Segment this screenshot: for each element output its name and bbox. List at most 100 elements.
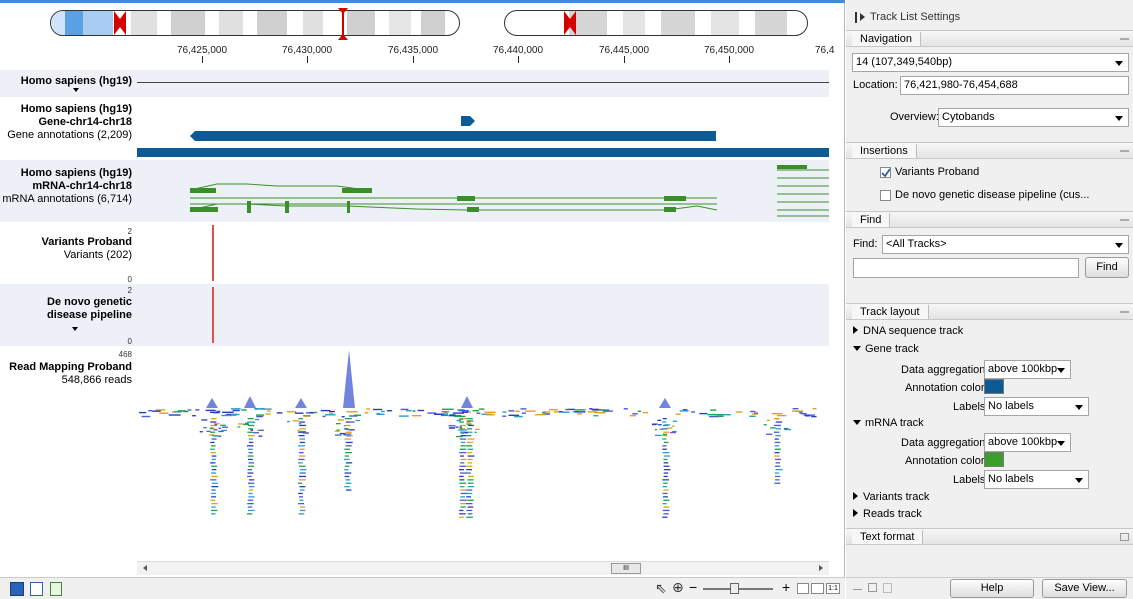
restore-icon[interactable] xyxy=(1120,533,1129,541)
horizontal-scrollbar[interactable]: III xyxy=(137,561,829,575)
toggle-label: Gene track xyxy=(865,343,919,355)
read-segment xyxy=(459,513,466,515)
read-segment xyxy=(467,455,475,457)
mrna-annotations[interactable] xyxy=(137,160,829,222)
text-format-section-header[interactable]: Text format xyxy=(846,528,1133,545)
zoom-out-icon[interactable]: − xyxy=(689,579,697,595)
insertions-section-header[interactable]: Insertions xyxy=(846,142,1133,159)
mrna-data-aggregation-select[interactable]: above 100kbp xyxy=(984,433,1071,452)
location-input[interactable]: 76,421,980-76,454,688 xyxy=(900,76,1129,95)
expand-arrow-icon[interactable] xyxy=(72,327,78,331)
read-segment xyxy=(662,438,667,440)
reads-track-toggle[interactable]: Reads track xyxy=(853,508,922,520)
variants-track[interactable]: 2 Variants Proband Variants (202) 0 xyxy=(0,222,829,284)
chevron-down-icon xyxy=(1075,478,1083,483)
navigation-section-header[interactable]: Navigation xyxy=(846,30,1133,47)
select-cursor-icon[interactable]: ⇖ xyxy=(655,580,667,597)
track-layout-section-header[interactable]: Track layout xyxy=(846,303,1133,320)
read-segment xyxy=(775,435,781,437)
read-segment xyxy=(247,455,254,457)
mrna-track[interactable]: Homo sapiens (hg19) mRNA-chr14-chr18 mRN… xyxy=(0,160,829,222)
find-section-header[interactable]: Find xyxy=(846,211,1133,228)
zoom-in-tool-icon[interactable]: ⊕ xyxy=(672,579,684,596)
read-segment xyxy=(534,414,547,416)
read-segment xyxy=(713,414,723,416)
read-segment xyxy=(662,516,668,518)
scroll-left-icon[interactable] xyxy=(143,565,147,571)
collapse-arrow-icon[interactable] xyxy=(860,13,865,21)
minimize-icon[interactable] xyxy=(853,589,862,590)
float-icon[interactable] xyxy=(883,583,892,593)
table-view-icon[interactable] xyxy=(30,582,43,596)
read-segment xyxy=(466,492,473,495)
read-segment xyxy=(664,455,671,457)
read-segment xyxy=(148,410,153,412)
zoom-in-icon[interactable]: + xyxy=(782,579,790,595)
read-segment xyxy=(464,432,468,434)
read-segment xyxy=(717,415,724,417)
read-mapping-view[interactable] xyxy=(137,346,829,560)
find-button[interactable]: Find xyxy=(1085,257,1129,278)
read-segment xyxy=(406,410,412,412)
read-segment xyxy=(593,415,599,417)
gene-annotations[interactable] xyxy=(137,97,829,160)
reads-track[interactable]: 468 Read Mapping Proband 548,866 reads xyxy=(0,346,829,560)
genome-track[interactable]: Homo sapiens (hg19) xyxy=(0,70,829,97)
minimize-icon[interactable] xyxy=(1120,219,1129,221)
help-button[interactable]: Help xyxy=(950,579,1034,598)
read-segment xyxy=(159,412,169,414)
gene-track-toggle[interactable]: Gene track xyxy=(853,343,919,355)
gene-labels-select[interactable]: No labels xyxy=(984,397,1089,416)
read-segment xyxy=(336,423,341,425)
dna-sequence-track-toggle[interactable]: DNA sequence track xyxy=(853,325,963,337)
gene-color-swatch[interactable] xyxy=(984,379,1004,394)
read-segment xyxy=(478,408,485,410)
fit-width-icon[interactable] xyxy=(797,583,809,594)
mrna-labels-select[interactable]: No labels xyxy=(984,470,1089,489)
chevron-down-icon xyxy=(1057,368,1065,373)
read-segment xyxy=(662,448,667,450)
gene-track[interactable]: Homo sapiens (hg19) Gene-chr14-chr18 Gen… xyxy=(0,97,829,160)
scroll-thumb[interactable]: III xyxy=(611,563,641,574)
read-segment xyxy=(632,413,638,415)
find-scope-select[interactable]: <All Tracks> xyxy=(882,235,1129,254)
read-segment xyxy=(776,414,787,417)
variant-marker[interactable] xyxy=(212,225,214,281)
chromosome-select[interactable]: 14 (107,349,540bp) xyxy=(852,53,1129,72)
track-view-icon[interactable] xyxy=(10,582,24,596)
mrna-track-toggle[interactable]: mRNA track xyxy=(853,417,924,429)
zoom-1to1-button[interactable]: 1:1 xyxy=(826,583,840,594)
denovo-track[interactable]: 2 De novo genetic disease pipeline 0 xyxy=(0,284,829,346)
variant-marker[interactable] xyxy=(212,287,214,343)
read-segment xyxy=(565,408,570,411)
read-segment xyxy=(213,435,218,437)
minimize-icon[interactable] xyxy=(1120,311,1129,313)
find-input[interactable] xyxy=(853,258,1079,278)
read-segment xyxy=(345,433,352,435)
read-segment xyxy=(568,408,575,411)
scroll-right-icon[interactable] xyxy=(819,565,823,571)
history-icon[interactable] xyxy=(50,582,62,596)
denovo-pipeline-checkbox[interactable] xyxy=(880,190,891,201)
gene-data-aggregation-select[interactable]: above 100kbp xyxy=(984,360,1071,379)
save-view-button[interactable]: Save View... xyxy=(1042,579,1127,598)
variants-track-toggle[interactable]: Variants track xyxy=(853,491,929,503)
mrna-color-swatch[interactable] xyxy=(984,452,1004,467)
overview-select[interactable]: Cytobands xyxy=(938,108,1129,127)
zoom-slider-handle[interactable] xyxy=(730,583,739,594)
expand-arrow-icon[interactable] xyxy=(73,88,79,92)
collapse-bar-icon[interactable] xyxy=(855,12,857,23)
read-segment xyxy=(248,482,255,484)
minimize-icon[interactable] xyxy=(1120,150,1129,152)
read-segment xyxy=(458,418,463,420)
read-segment xyxy=(213,423,220,425)
read-segment xyxy=(460,489,467,491)
read-segment xyxy=(341,416,345,418)
variants-proband-checkbox[interactable] xyxy=(880,167,891,178)
fit-all-icon[interactable] xyxy=(811,583,824,594)
read-segment xyxy=(299,441,306,444)
track-viewer[interactable]: 76,425,000 76,430,000 76,435,000 76,440,… xyxy=(0,0,845,599)
maximize-icon[interactable] xyxy=(868,583,877,592)
minimize-icon[interactable] xyxy=(1120,38,1129,40)
read-segment xyxy=(345,452,352,454)
